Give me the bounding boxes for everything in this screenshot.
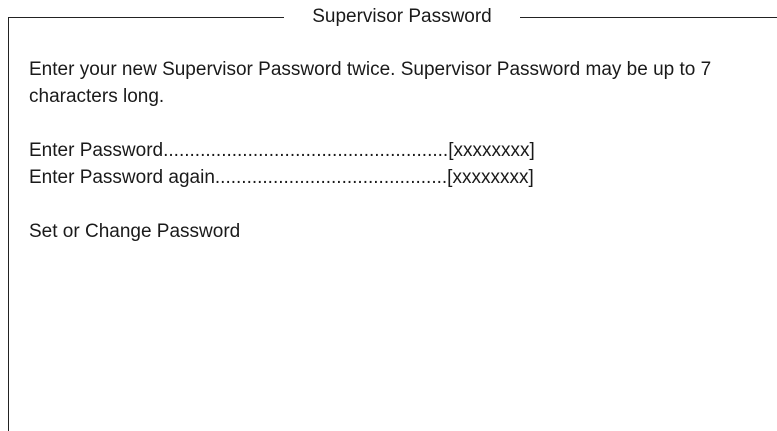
confirm-password-leader: ........................................… [214,167,448,188]
instructions-text: Enter your new Supervisor Password twice… [29,59,712,107]
confirm-password-input[interactable]: [xxxxxxxx] [447,164,534,191]
dialog-title: Supervisor Password [312,6,492,27]
enter-password-input[interactable]: [xxxxxxxx] [448,137,535,164]
confirm-password-label: Enter Password again [29,167,215,188]
dialog-content: Enter your new Supervisor Password twice… [29,56,749,245]
frame-border-top-right [520,17,777,18]
enter-password-field[interactable]: Enter Password..........................… [29,137,749,164]
frame-border-left [8,17,9,431]
frame-border-top-left [8,17,284,18]
supervisor-password-dialog: Supervisor Password Enter your new Super… [0,0,777,431]
set-change-password-button[interactable]: Set or Change Password [29,218,240,245]
enter-password-leader: ........................................… [163,140,449,161]
confirm-password-field[interactable]: Enter Password again....................… [29,164,749,191]
password-fields: Enter Password..........................… [29,137,749,191]
enter-password-label: Enter Password [29,140,164,161]
